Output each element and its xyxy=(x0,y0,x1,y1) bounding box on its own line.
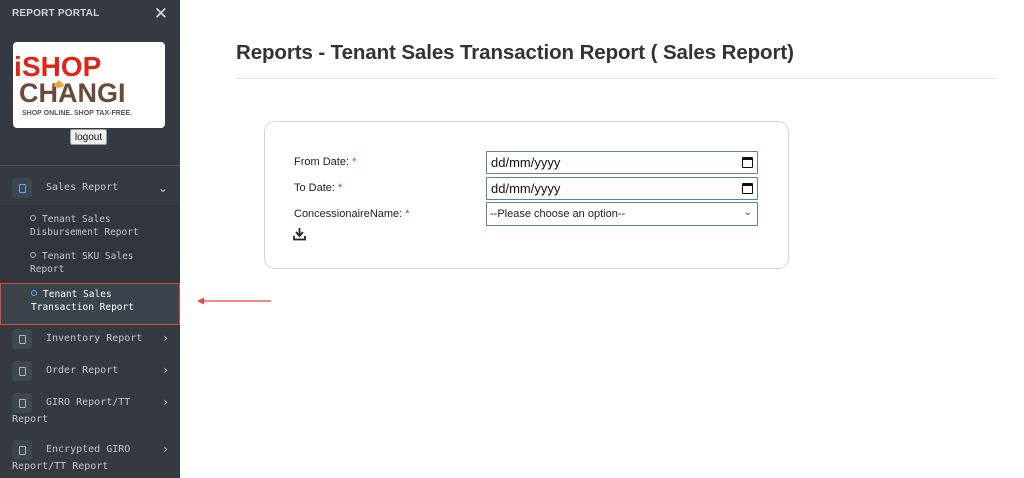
logo-tagline: SHOP ONLINE. SHOP TAX-FREE. xyxy=(22,110,132,117)
required-mark: * xyxy=(352,156,357,168)
document-icon xyxy=(12,178,32,198)
sidebar-item-label-line1: Encrypted GIRO xyxy=(46,444,131,455)
sidebar-item-sales-report[interactable]: Sales Report ⌄ xyxy=(0,178,180,198)
sidebar-item-encrypted-giro-report[interactable]: Encrypted GIRO Report/TT Report › xyxy=(0,440,180,476)
sidebar-item-label-line1: GIRO Report/TT xyxy=(46,397,131,408)
sidebar-item-label: Sales Report xyxy=(46,182,119,193)
sidebar-item-label: Inventory Report xyxy=(46,333,143,344)
chevron-down-icon: ⌄ xyxy=(157,181,168,195)
submenu-label-line1: Tenant Sales xyxy=(42,214,111,225)
submenu-label-line2: Transaction Report xyxy=(31,302,134,313)
download-icon[interactable] xyxy=(293,227,306,241)
sidebar-header: REPORT PORTAL ✕ xyxy=(0,0,180,26)
sidebar-divider xyxy=(0,165,180,166)
chevron-right-icon: › xyxy=(163,363,168,377)
from-date-value: dd/mm/yyyy xyxy=(491,155,561,170)
sidebar: REPORT PORTAL ✕ i SHOP CHANGI SHOP ONLIN… xyxy=(0,0,180,478)
page-title: Reports - Tenant Sales Transaction Repor… xyxy=(236,41,794,64)
to-date-value: dd/mm/yyyy xyxy=(491,181,561,196)
from-date-label-text: From Date: xyxy=(294,156,350,168)
to-date-input[interactable]: dd/mm/yyyy xyxy=(486,177,758,200)
chevron-right-icon: › xyxy=(163,395,168,409)
ishop-changi-logo: i SHOP CHANGI SHOP ONLINE. SHOP TAX-FREE… xyxy=(13,42,165,128)
document-icon xyxy=(12,361,32,381)
submenu-item-tenant-sales-disbursement[interactable]: Tenant Sales Disbursement Report xyxy=(0,213,180,239)
sidebar-item-giro-report[interactable]: GIRO Report/TT Report › xyxy=(0,393,180,429)
circle-icon xyxy=(31,290,37,296)
from-date-label: From Date: * xyxy=(294,156,356,168)
circle-icon xyxy=(30,215,36,221)
calendar-icon[interactable] xyxy=(742,183,753,194)
to-date-label-text: To Date: xyxy=(294,182,335,194)
logout-button[interactable]: logout xyxy=(70,129,107,145)
submenu-label-line2: Disbursement Report xyxy=(30,227,139,238)
calendar-icon[interactable] xyxy=(742,157,753,168)
submenu-item-tenant-sku-sales[interactable]: Tenant SKU Sales Report xyxy=(0,250,180,276)
submenu-label-line1: Tenant Sales xyxy=(43,289,112,300)
chevron-down-icon: ⌄ xyxy=(743,207,752,218)
logo-text-changi: CHANGI xyxy=(19,78,126,108)
sales-submenu: Tenant Sales Disbursement Report Tenant … xyxy=(0,205,180,325)
concessionaire-select[interactable]: --Please choose an option-- ⌄ xyxy=(486,202,758,226)
submenu-item-tenant-sales-transaction[interactable]: Tenant Sales Transaction Report xyxy=(0,283,180,325)
sidebar-item-order-report[interactable]: Order Report › xyxy=(0,361,180,381)
sidebar-item-label: Order Report xyxy=(46,365,119,376)
brand-text: REPORT PORTAL xyxy=(12,7,100,19)
submenu-label-line1: Tenant SKU Sales xyxy=(42,251,134,262)
submenu-label-line2: Report xyxy=(30,264,65,275)
close-icon[interactable]: ✕ xyxy=(154,5,168,22)
title-divider xyxy=(236,78,998,79)
required-mark: * xyxy=(405,208,410,220)
document-icon xyxy=(12,393,32,413)
document-icon xyxy=(12,329,32,349)
sidebar-item-label-line2: Report/TT Report xyxy=(12,461,109,472)
arrow-left-icon xyxy=(197,297,271,305)
chevron-right-icon: › xyxy=(163,442,168,456)
sidebar-item-label-line2: Report xyxy=(12,414,49,425)
concessionaire-label-text: ConcessionaireName: xyxy=(294,208,403,220)
concessionaire-selected-value: --Please choose an option-- xyxy=(490,208,626,220)
from-date-input[interactable]: dd/mm/yyyy xyxy=(486,151,758,174)
document-icon xyxy=(12,440,32,460)
required-mark: * xyxy=(338,182,343,194)
sidebar-item-inventory-report[interactable]: Inventory Report › xyxy=(0,329,180,349)
circle-icon xyxy=(30,252,36,258)
to-date-label: To Date: * xyxy=(294,182,342,194)
concessionaire-label: ConcessionaireName: * xyxy=(294,208,410,220)
chevron-right-icon: › xyxy=(163,331,168,345)
